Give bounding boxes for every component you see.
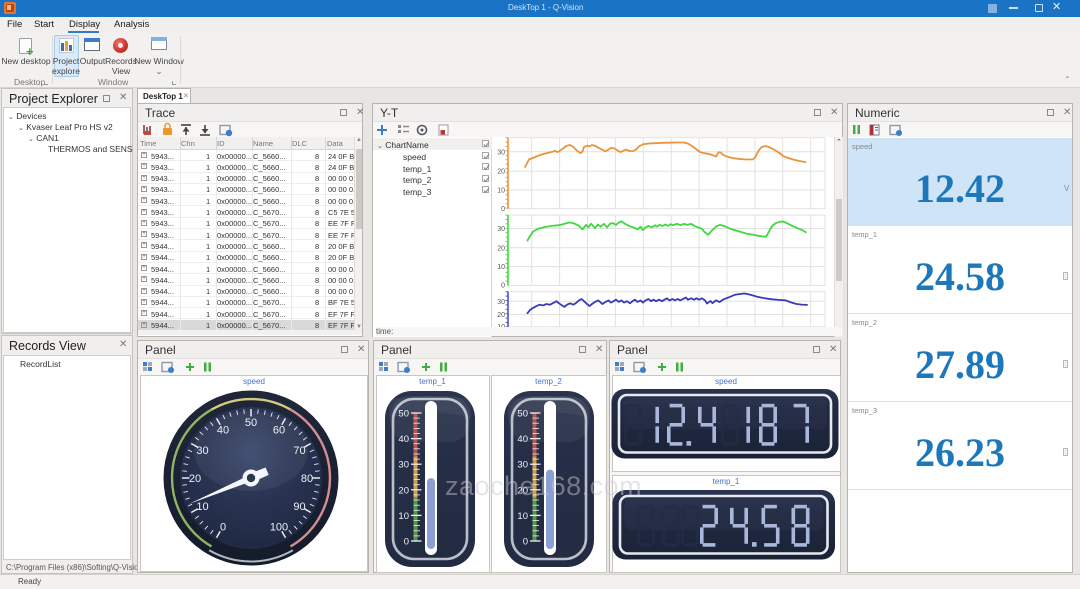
svg-text:50: 50 bbox=[398, 409, 409, 420]
svg-text:0: 0 bbox=[501, 283, 505, 290]
svg-text:100: 100 bbox=[270, 522, 288, 534]
svg-text:90: 90 bbox=[293, 501, 305, 513]
svg-text:10: 10 bbox=[497, 188, 505, 195]
svg-text:10: 10 bbox=[517, 511, 528, 522]
svg-text:80: 80 bbox=[301, 473, 313, 485]
svg-text:30: 30 bbox=[497, 149, 505, 156]
svg-text:30: 30 bbox=[517, 460, 528, 471]
svg-text:0: 0 bbox=[220, 522, 226, 534]
svg-text:30: 30 bbox=[497, 299, 505, 306]
svg-text:0: 0 bbox=[501, 206, 505, 213]
svg-text:30: 30 bbox=[398, 460, 409, 471]
svg-text:40: 40 bbox=[217, 425, 229, 437]
svg-text:40: 40 bbox=[517, 434, 528, 445]
svg-text:20: 20 bbox=[189, 473, 201, 485]
svg-text:20: 20 bbox=[398, 485, 409, 496]
svg-text:20: 20 bbox=[497, 312, 505, 319]
svg-text:10: 10 bbox=[398, 511, 409, 522]
svg-text:0: 0 bbox=[523, 537, 528, 548]
svg-text:0: 0 bbox=[404, 537, 409, 548]
svg-text:10: 10 bbox=[196, 501, 208, 513]
svg-text:40: 40 bbox=[398, 434, 409, 445]
svg-text:70: 70 bbox=[293, 445, 305, 457]
svg-text:60: 60 bbox=[273, 425, 285, 437]
svg-text:30: 30 bbox=[196, 445, 208, 457]
svg-text:20: 20 bbox=[497, 169, 505, 176]
svg-text:30: 30 bbox=[497, 226, 505, 233]
svg-text:10: 10 bbox=[497, 264, 505, 271]
svg-text:20: 20 bbox=[497, 245, 505, 252]
svg-text:50: 50 bbox=[517, 409, 528, 420]
svg-text:50: 50 bbox=[245, 417, 257, 429]
